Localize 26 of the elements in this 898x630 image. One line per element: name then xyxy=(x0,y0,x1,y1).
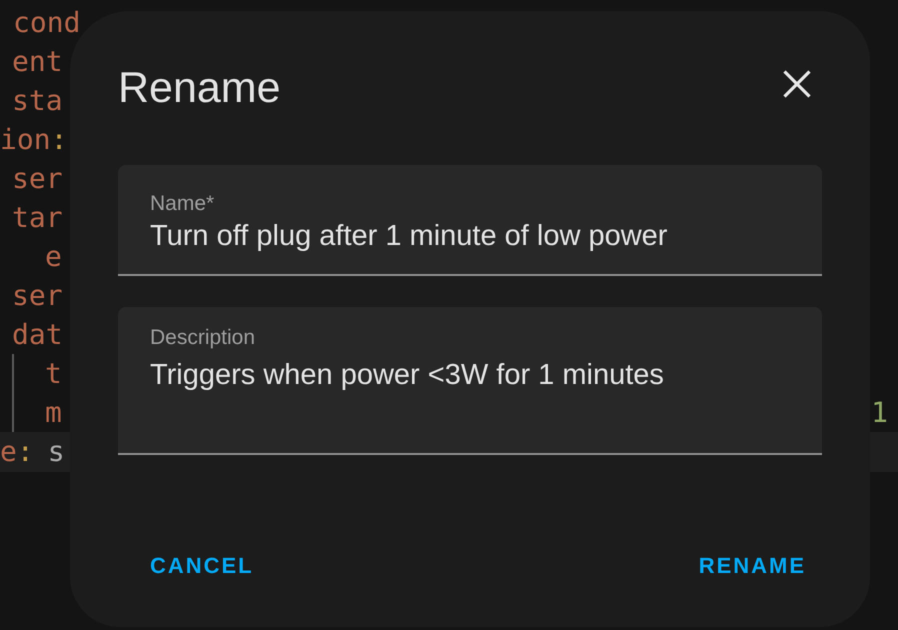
code-key: e xyxy=(0,431,17,473)
code-value: 1 xyxy=(871,394,888,430)
code-key: ser xyxy=(12,158,63,200)
code-key: cond xyxy=(13,2,80,44)
code-key: ser xyxy=(12,274,63,316)
code-value: s xyxy=(48,434,65,470)
code-key: e xyxy=(45,236,62,278)
code-colon: : xyxy=(16,434,34,470)
rename-button[interactable]: RENAME xyxy=(682,548,822,584)
close-icon xyxy=(783,70,811,98)
code-key: m xyxy=(45,392,62,434)
code-colon: : xyxy=(50,122,68,158)
field-label: Description xyxy=(150,325,256,350)
dialog-title: Rename xyxy=(118,63,281,113)
field-label: Name* xyxy=(150,191,214,216)
code-key: t xyxy=(45,352,62,394)
text-field[interactable]: Name* Turn off plug after 1 minute of low power xyxy=(118,165,822,276)
field-value: Turn off plug after 1 minute of low power xyxy=(150,219,668,253)
cancel-button[interactable]: CANCEL xyxy=(134,548,270,584)
code-key: tar xyxy=(12,196,63,238)
code-key: ion xyxy=(0,118,51,160)
code-key: sta xyxy=(12,80,63,122)
code-key: dat xyxy=(12,314,63,356)
code-key: ent xyxy=(12,40,63,82)
field-value: Triggers when power <3W for 1 minutes xyxy=(150,358,664,392)
text-area[interactable]: Description Triggers when power <3W for 1 minutes xyxy=(118,307,822,455)
